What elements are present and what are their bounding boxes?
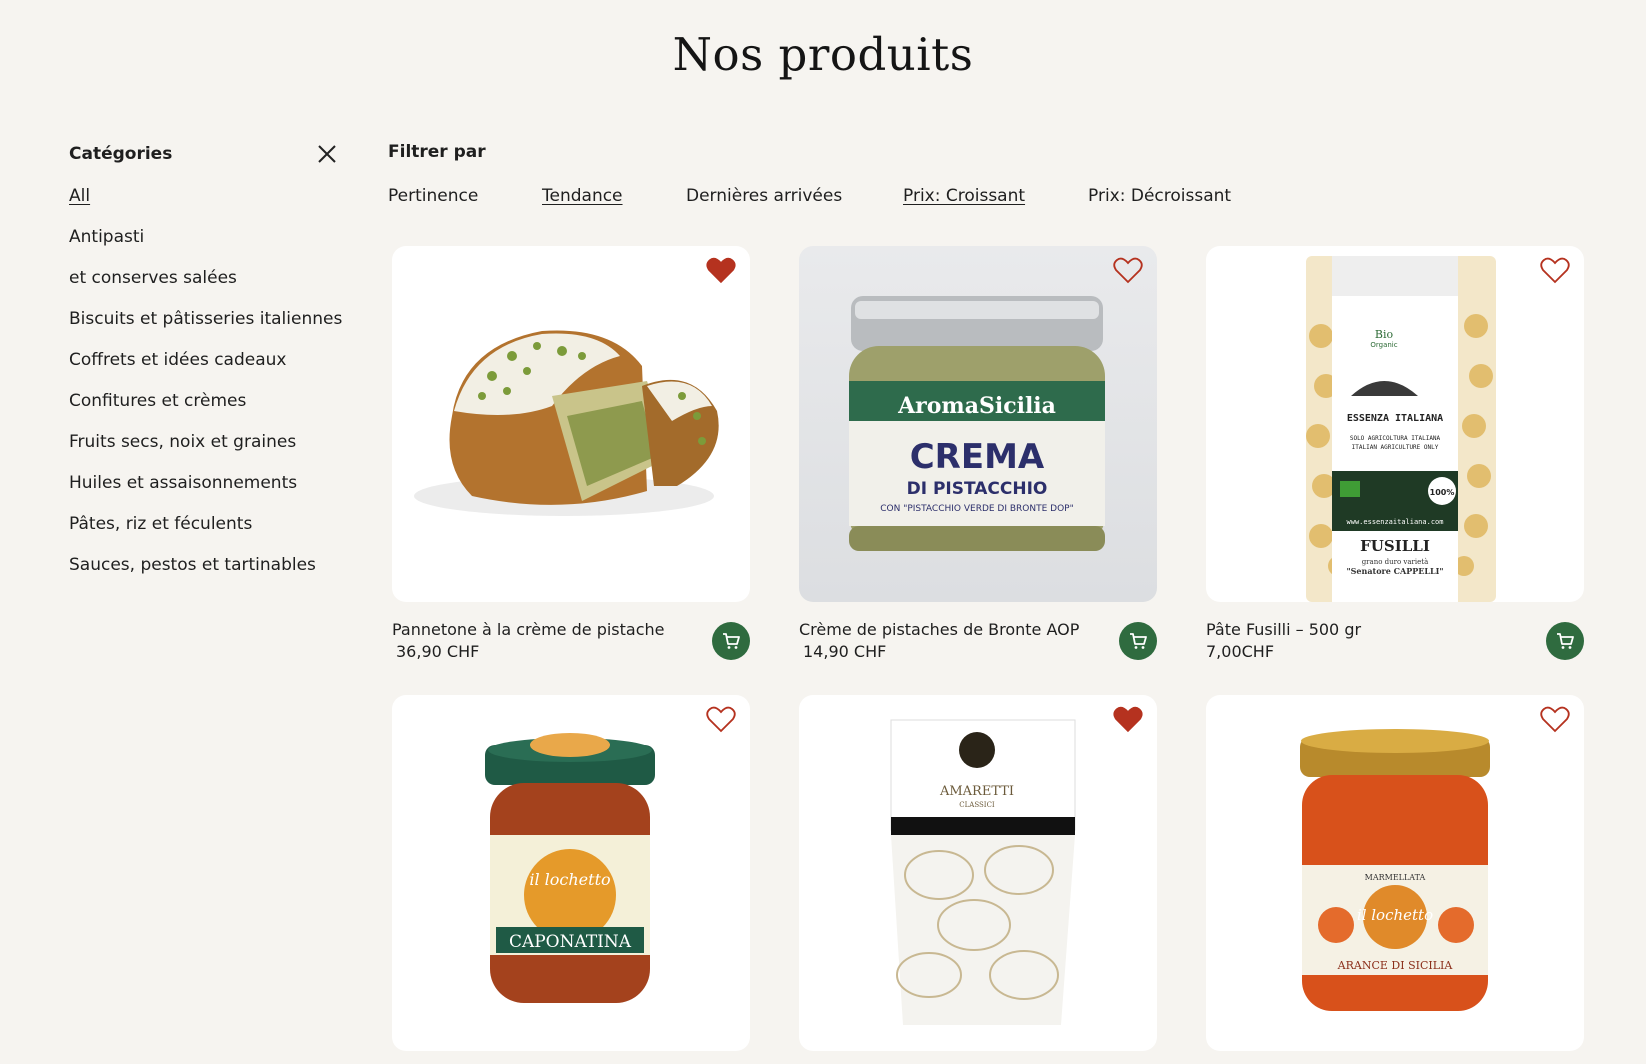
sort-latest[interactable]: Dernières arrivées (686, 186, 842, 206)
label-brand: il lochetto (1357, 906, 1433, 924)
label-line1: SOLO AGRICOLTURA ITALIANA (1350, 435, 1441, 442)
label-small: CON "PISTACCHIO VERDE DI BRONTE DOP" (880, 504, 1074, 514)
sort-price-desc[interactable]: Prix: Décroissant (1088, 186, 1231, 206)
pistachio-jar-illustration: AromaSicilia CREMA DI PISTACCHIO CON "PI… (849, 296, 1105, 551)
fusilli-bag-illustration: Bio Organic ESSENZA ITALIANA SOLO AGRICO… (1306, 256, 1496, 602)
category-label: Confitures et crèmes (69, 391, 247, 411)
heart-icon[interactable] (706, 705, 736, 733)
category-item-confitures[interactable]: Confitures et crèmes (69, 381, 339, 422)
heart-icon[interactable] (1113, 705, 1143, 733)
product-image[interactable] (392, 246, 750, 602)
category-item-fruits-secs[interactable]: Fruits secs, noix et graines (69, 422, 339, 463)
label-name: AMARETTI (939, 784, 1014, 799)
product-price: 7,00CHF (1206, 642, 1275, 661)
label-brand: AromaSicilia (897, 393, 1056, 419)
cart-icon (1130, 633, 1147, 649)
heart-icon[interactable] (1113, 256, 1143, 284)
label-main: CREMA (910, 437, 1045, 477)
cart-icon (723, 633, 740, 649)
category-label: Sauces, pestos et tartinables (69, 555, 316, 575)
category-label: Fruits secs, noix et graines (69, 432, 297, 452)
label-bio: Bio (1375, 328, 1394, 341)
label-name: FUSILLI (1360, 537, 1430, 555)
category-item-antipasti[interactable]: Antipasti (69, 217, 339, 258)
category-label: Coffrets et idées cadeaux (69, 350, 287, 370)
category-label: Antipasti (69, 227, 145, 247)
category-item-coffrets[interactable]: Coffrets et idées cadeaux (69, 340, 339, 381)
label-bio2: Organic (1370, 341, 1397, 349)
product-image[interactable]: MARMELLATA il lochetto ARANCE DI SICILIA (1206, 695, 1584, 1051)
category-item-biscuits[interactable]: Biscuits et pâtisseries italiennes (69, 299, 343, 340)
category-list: All Antipasti et conserves salées Biscui… (69, 176, 343, 586)
heart-icon[interactable] (706, 256, 736, 284)
product-name[interactable]: Pâte Fusilli – 500 gr (1206, 620, 1361, 639)
product-name[interactable]: Pannetone à la crème de pistache (392, 620, 664, 639)
label-brand: ESSENZA ITALIANA (1347, 413, 1443, 424)
page-title: Nos produits (672, 28, 974, 81)
pannetone-illustration (414, 330, 719, 516)
add-to-cart-button[interactable] (712, 622, 750, 660)
product-price: 36,90 CHF (396, 642, 480, 661)
category-item-huiles[interactable]: Huiles et assaisonnements (69, 463, 339, 504)
label-desc: grano duro varietà (1362, 557, 1429, 566)
category-item-all[interactable]: All (69, 176, 339, 217)
heart-icon[interactable] (1540, 705, 1570, 733)
amaretti-bag-illustration: AMARETTI CLASSICI (890, 719, 1076, 1025)
sidebar-title: Catégories (69, 144, 173, 164)
label-desc2: "Senatore CAPPELLI" (1346, 566, 1443, 576)
product-image[interactable]: il lochetto CAPONATINA (392, 695, 750, 1051)
marmalade-jar-illustration: MARMELLATA il lochetto ARANCE DI SICILIA (1300, 729, 1490, 1011)
category-item-sauces[interactable]: Sauces, pestos et tartinables (69, 545, 339, 586)
heart-icon[interactable] (1540, 256, 1570, 284)
label-brand: il lochetto (529, 870, 610, 889)
label-line2: ITALIAN AGRICULTURE ONLY (1352, 444, 1439, 451)
category-label: Huiles et assaisonnements (69, 473, 298, 493)
product-name[interactable]: Crème de pistaches de Bronte AOP (799, 620, 1079, 639)
caponatina-jar-illustration: il lochetto CAPONATINA (485, 733, 655, 1003)
close-icon[interactable] (315, 142, 339, 166)
category-label: et conserves salées (69, 268, 237, 288)
label-name: CAPONATINA (509, 932, 632, 952)
sort-tendance[interactable]: Tendance (542, 186, 623, 206)
label-web: www.essenzaitaliana.com (1347, 518, 1444, 526)
add-to-cart-button[interactable] (1546, 622, 1584, 660)
product-image[interactable]: AMARETTI CLASSICI (799, 695, 1157, 1051)
category-label: All (69, 186, 91, 206)
add-to-cart-button[interactable] (1119, 622, 1157, 660)
sort-pertinence[interactable]: Pertinence (388, 186, 478, 206)
category-label: Biscuits et pâtisseries italiennes (69, 309, 343, 329)
product-price: 14,90 CHF (803, 642, 887, 661)
label-100: 100% (1430, 488, 1455, 497)
product-image[interactable]: Bio Organic ESSENZA ITALIANA SOLO AGRICO… (1206, 246, 1584, 602)
product-image[interactable]: AromaSicilia CREMA DI PISTACCHIO CON "PI… (799, 246, 1157, 602)
label-top: MARMELLATA (1365, 873, 1426, 882)
sort-price-asc[interactable]: Prix: Croissant (903, 186, 1025, 206)
category-item-pates[interactable]: Pâtes, riz et féculents (69, 504, 339, 545)
label-sub: CLASSICI (959, 801, 995, 809)
sidebar-header: Catégories (69, 140, 339, 168)
label-name: ARANCE DI SICILIA (1337, 959, 1454, 972)
category-label: Pâtes, riz et féculents (69, 514, 253, 534)
category-item-conserves[interactable]: et conserves salées (69, 258, 339, 299)
cart-icon (1557, 633, 1574, 649)
filter-title: Filtrer par (388, 142, 486, 162)
category-sidebar: Catégories All Antipasti et conserves sa… (69, 140, 343, 586)
label-sub: DI PISTACCHIO (907, 479, 1048, 499)
